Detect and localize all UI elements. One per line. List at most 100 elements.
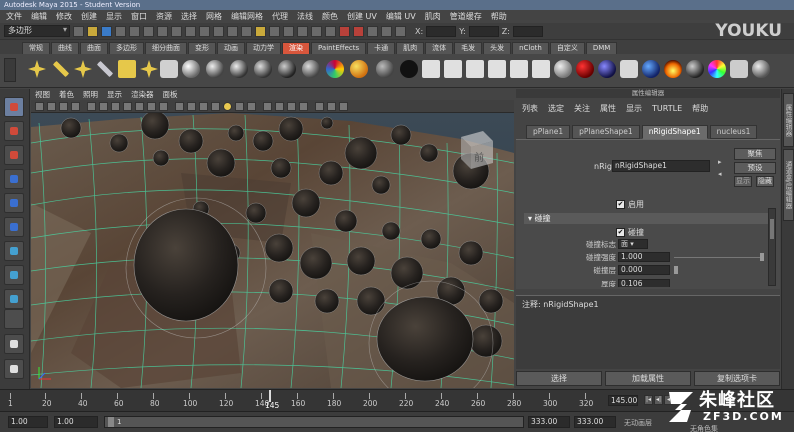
- textured-icon[interactable]: [211, 102, 220, 111]
- tab-pplaneshape1[interactable]: pPlaneShape1: [572, 125, 640, 139]
- history-icon[interactable]: [325, 25, 336, 37]
- teapot-icon[interactable]: [620, 60, 638, 78]
- hypershade-shelf-icon[interactable]: [532, 60, 550, 78]
- tab-nucleus1[interactable]: nucleus1: [709, 125, 758, 139]
- select-component-icon[interactable]: [143, 25, 154, 37]
- shelf-tab-toon[interactable]: 卡通: [367, 42, 396, 54]
- shelf-tab-painteffects[interactable]: PaintEffects: [311, 42, 367, 54]
- ramp-shader-icon[interactable]: [326, 60, 344, 78]
- collide-strength-knob[interactable]: [760, 253, 764, 261]
- menu-select[interactable]: 选择: [181, 11, 197, 22]
- surface-shader-icon[interactable]: [350, 60, 368, 78]
- resolution-gate-icon[interactable]: [111, 102, 120, 111]
- menu-modify[interactable]: 修改: [56, 11, 72, 22]
- enable-checkbox[interactable]: ✔: [616, 200, 625, 209]
- color-sphere-icon[interactable]: [708, 60, 726, 78]
- range-slider[interactable]: 1: [104, 416, 524, 428]
- select-tool-icon[interactable]: [4, 97, 24, 117]
- screen-space-ao-icon[interactable]: [247, 102, 256, 111]
- shadow-shader-icon[interactable]: [400, 60, 418, 78]
- paint-select-tool-icon[interactable]: [4, 145, 24, 165]
- film-gate-icon[interactable]: [99, 102, 108, 111]
- mia-material-icon[interactable]: [576, 60, 594, 78]
- z-field[interactable]: [512, 25, 543, 37]
- presets-button[interactable]: 预设: [734, 162, 776, 174]
- universal-manipulator-icon[interactable]: [4, 241, 24, 261]
- menu-normals[interactable]: 法线: [297, 11, 313, 22]
- load-attributes-button[interactable]: 加载属性: [605, 371, 691, 386]
- view-cube-icon[interactable]: 前: [461, 131, 493, 169]
- make-live-icon[interactable]: [311, 25, 322, 37]
- camera-icon[interactable]: [160, 60, 178, 78]
- input-line-icon[interactable]: [395, 25, 406, 37]
- scale-tool-icon[interactable]: [4, 217, 24, 237]
- ae-menu-turtle[interactable]: TURTLE: [652, 100, 682, 118]
- camera-select-icon[interactable]: [35, 102, 44, 111]
- hide-button[interactable]: 隐藏: [756, 176, 774, 187]
- camera-attributes-icon[interactable]: [47, 102, 56, 111]
- render-view-icon[interactable]: [422, 60, 440, 78]
- snap-view-plane-icon[interactable]: [297, 25, 308, 37]
- shelf-tab-dmm[interactable]: DMM: [585, 42, 618, 54]
- menu-file[interactable]: 文件: [6, 11, 22, 22]
- mask-handles-icon[interactable]: [157, 25, 168, 37]
- input-connections-icon[interactable]: ▸: [718, 158, 726, 166]
- viewport-2-icon[interactable]: [327, 102, 336, 111]
- render-settings-icon[interactable]: [367, 25, 378, 37]
- gate-mask-icon[interactable]: [123, 102, 132, 111]
- menu-help[interactable]: 帮助: [491, 11, 507, 22]
- shelf-tab-ncloth[interactable]: nCloth: [512, 42, 549, 54]
- mask-dynamics-icon[interactable]: [227, 25, 238, 37]
- safe-title-icon[interactable]: [159, 102, 168, 111]
- collide-strength-slider[interactable]: [674, 257, 764, 258]
- ae-menu-attributes[interactable]: 属性: [600, 100, 616, 118]
- menu-create[interactable]: 创建: [81, 11, 97, 22]
- focus-button[interactable]: 聚焦: [734, 148, 776, 160]
- snap-grid-icon[interactable]: [255, 25, 266, 37]
- mask-render-icon[interactable]: [241, 25, 252, 37]
- show-button[interactable]: 显示: [734, 176, 752, 187]
- select-hierarchy-icon[interactable]: [115, 25, 126, 37]
- viewport-menu-show[interactable]: 显示: [107, 89, 122, 100]
- grid-toggle-icon[interactable]: [87, 102, 96, 111]
- collision-layer-field[interactable]: 0.000: [618, 265, 670, 275]
- tab-nrigidshape1[interactable]: nRigidShape1: [641, 125, 708, 139]
- image-plane-icon[interactable]: [71, 102, 80, 111]
- menu-pipeline-cache[interactable]: 管道缓存: [450, 11, 482, 22]
- shelf-tab-hair[interactable]: 头发: [483, 42, 512, 54]
- hypershade-icon[interactable]: [381, 25, 392, 37]
- mask-deformations-icon[interactable]: [213, 25, 224, 37]
- blue-material-icon[interactable]: [642, 60, 660, 78]
- menu-proxy[interactable]: 代理: [272, 11, 288, 22]
- gray-sphere-icon[interactable]: [752, 60, 770, 78]
- shelf-tab-fur[interactable]: 毛发: [454, 42, 483, 54]
- menu-window[interactable]: 窗口: [131, 11, 147, 22]
- anisotropic-material-icon[interactable]: [278, 60, 296, 78]
- open-scene-icon[interactable]: [87, 25, 98, 37]
- ae-menu-show[interactable]: 显示: [626, 100, 642, 118]
- field-chart-icon[interactable]: [135, 102, 144, 111]
- menu-mesh[interactable]: 网格: [206, 11, 222, 22]
- menu-assets[interactable]: 资源: [156, 11, 172, 22]
- start-time-field[interactable]: 1.00: [8, 416, 48, 428]
- wireframe-on-shaded-icon[interactable]: [199, 102, 208, 111]
- side-tab-channel-box[interactable]: 通道盒/层编辑器: [783, 149, 794, 221]
- goto-start-icon[interactable]: |◂: [644, 395, 653, 405]
- spot-light-icon[interactable]: [96, 60, 114, 78]
- safe-action-icon[interactable]: [147, 102, 156, 111]
- shelf-tab-deformation[interactable]: 变形: [188, 42, 216, 54]
- motion-blur-icon[interactable]: [339, 102, 348, 111]
- viewport-menu-lighting[interactable]: 照明: [83, 89, 98, 100]
- new-scene-icon[interactable]: [73, 25, 84, 37]
- side-tab-attribute-editor[interactable]: 属性编辑器: [783, 93, 794, 147]
- layered-shader-icon[interactable]: [302, 60, 320, 78]
- isolate-select-icon[interactable]: [263, 102, 272, 111]
- select-object-icon[interactable]: [129, 25, 140, 37]
- menu-edit-mesh[interactable]: 编辑网格: [231, 11, 263, 22]
- anim-layer-label[interactable]: 无动画层: [624, 418, 652, 428]
- phonge-material-icon[interactable]: [254, 60, 272, 78]
- shelf-tab-muscle[interactable]: 肌肉: [396, 42, 425, 54]
- x-field[interactable]: [426, 25, 457, 37]
- node-name-field[interactable]: nRigidShape1: [612, 160, 710, 172]
- wireframe-icon[interactable]: [175, 102, 184, 111]
